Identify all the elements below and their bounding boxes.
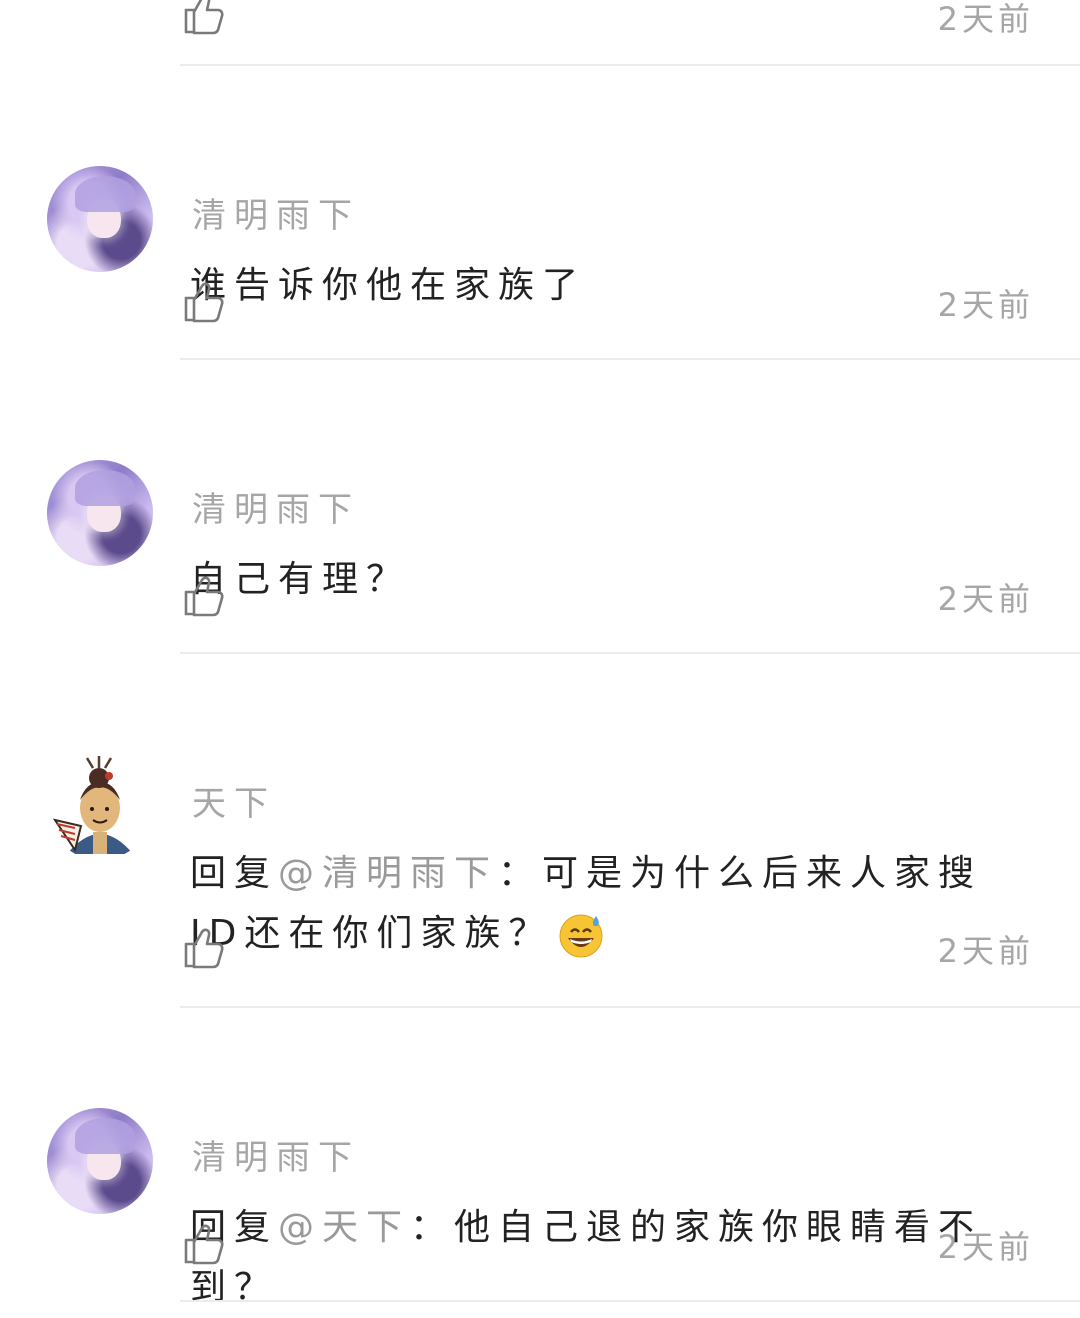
comment-item: 2天前 bbox=[0, 0, 1080, 66]
grinning-sweat-emoji-icon bbox=[559, 914, 603, 958]
thumbs-up-icon[interactable] bbox=[182, 1222, 226, 1266]
username[interactable]: 清明雨下 bbox=[192, 194, 360, 238]
username[interactable]: 天下 bbox=[192, 782, 276, 826]
timestamp: 2天前 bbox=[937, 286, 1034, 324]
comment-item: 清明雨下 回复@天下：他自己退的家族你眼睛看不到？ 2天前 bbox=[0, 1008, 1080, 1308]
reply-prefix: 回复 bbox=[190, 853, 279, 894]
comment-text: 谁告诉你他在家族了 bbox=[190, 265, 587, 306]
timestamp: 2天前 bbox=[937, 932, 1034, 970]
comment-text: 回复@清明雨下：可是为什么后来人家搜ID还在你们家族？ bbox=[190, 844, 1020, 964]
comment-feed: 2天前 清明雨下 谁告诉你他在家族了 2天前 清明雨下 自己有理？ 2天前 天下… bbox=[0, 0, 1080, 1308]
thumbs-up-icon[interactable] bbox=[182, 574, 226, 618]
thumbs-up-icon[interactable] bbox=[182, 280, 226, 324]
comment-text: 自己有理？ bbox=[190, 559, 411, 600]
avatar[interactable] bbox=[47, 754, 153, 860]
username[interactable]: 清明雨下 bbox=[192, 488, 360, 532]
comment-item: 天下 回复@清明雨下：可是为什么后来人家搜ID还在你们家族？ 2天前 bbox=[0, 654, 1080, 1008]
timestamp: 2天前 bbox=[937, 0, 1034, 38]
timestamp: 2天前 bbox=[937, 580, 1034, 618]
avatar[interactable] bbox=[47, 166, 153, 272]
mention-link[interactable]: @天下 bbox=[278, 1207, 410, 1248]
timestamp: 2天前 bbox=[937, 1228, 1034, 1266]
avatar[interactable] bbox=[47, 460, 153, 566]
cartoon-avatar-icon bbox=[47, 754, 153, 860]
avatar[interactable] bbox=[47, 1108, 153, 1214]
thumbs-up-icon[interactable] bbox=[182, 0, 226, 36]
comment-item: 清明雨下 自己有理？ 2天前 bbox=[0, 360, 1080, 654]
mention-link[interactable]: @清明雨下 bbox=[278, 853, 498, 894]
divider bbox=[180, 1300, 1080, 1302]
username[interactable]: 清明雨下 bbox=[192, 1136, 360, 1180]
comment-item: 清明雨下 谁告诉你他在家族了 2天前 bbox=[0, 66, 1080, 360]
thumbs-up-icon[interactable] bbox=[182, 926, 226, 970]
